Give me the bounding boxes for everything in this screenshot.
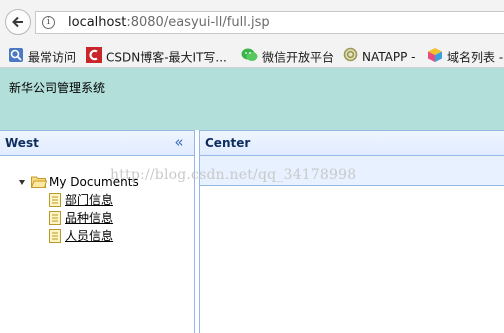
cube-icon [427,47,443,67]
bookmark-most-visited[interactable]: 最常访问 [8,47,76,65]
center-panel: Center [199,130,504,333]
west-panel-header: West « [0,130,194,156]
app-title: 新华公司管理系统 [9,81,106,95]
tree-leaf-label[interactable]: 人员信息 [65,228,113,245]
wechat-icon [241,47,258,67]
browser-address-bar: i localhost:8080/easyui-ll/full.jsp [0,0,504,45]
bookmark-wechat[interactable]: 微信开放平台 [241,47,334,65]
expand-arrow-icon[interactable] [19,180,25,185]
center-panel-header: Center [200,130,504,156]
center-panel-title: Center [205,136,251,150]
west-panel-title: West [5,136,39,150]
back-arrow-icon [12,16,23,28]
url-input[interactable]: i localhost:8080/easyui-ll/full.jsp [35,11,504,34]
bookmarks-bar: 最常访问 CSDN博客-最大IT写... 微信开放平台 NATAPP - 域名列… [0,45,504,68]
west-panel: West « My Documents 部门信息 品种信息 人员信息 [0,130,195,333]
bookmark-csdn[interactable]: CSDN博客-最大IT写... [86,47,227,65]
tree-leaf-department[interactable]: 部门信息 [0,192,190,209]
file-icon [49,229,61,248]
tree-leaf-personnel[interactable]: 人员信息 [0,228,190,245]
info-icon[interactable]: i [42,16,55,29]
bookmark-domain-list[interactable]: 域名列表 - [427,47,503,65]
watermark-text: http://blog.csdn.net/qq_34178998 [110,167,357,183]
north-region: 新华公司管理系统 [0,68,504,130]
url-text: localhost:8080/easyui-ll/full.jsp [68,15,270,30]
tree-leaf-label[interactable]: 品种信息 [65,210,113,227]
tree-leaf-label[interactable]: 部门信息 [65,192,113,209]
back-button[interactable] [5,9,31,35]
bookmark-natapp[interactable]: NATAPP - [343,47,415,65]
natapp-icon [343,47,358,67]
csdn-logo-icon [86,47,102,67]
search-app-icon [8,47,24,67]
tree-leaf-variety[interactable]: 品种信息 [0,210,190,227]
collapse-west-button[interactable]: « [172,134,186,150]
